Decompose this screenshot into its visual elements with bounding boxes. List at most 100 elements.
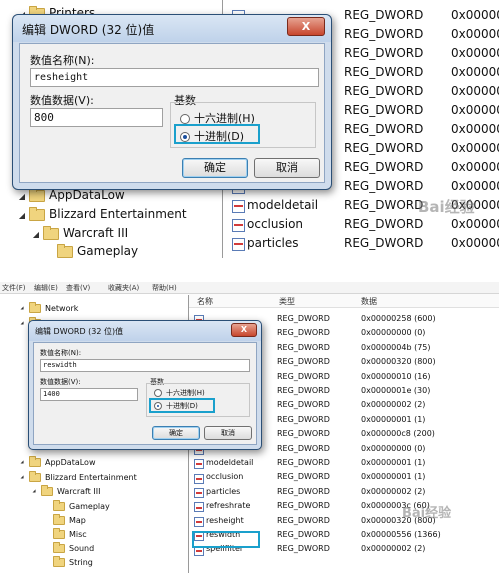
- tree-item-label: Blizzard Entertainment: [49, 207, 187, 221]
- tree-item[interactable]: ◢ Blizzard Entertainment: [18, 206, 187, 221]
- ok-button[interactable]: 确定: [152, 426, 200, 440]
- value-name: occlusion: [247, 217, 304, 231]
- reswidth-highlight-box: [192, 531, 260, 548]
- value-type: REG_DWORD: [277, 314, 330, 323]
- tree-item[interactable]: String: [42, 556, 93, 567]
- expand-toggle-icon[interactable]: ◢: [18, 192, 26, 201]
- value-data: 0x00000556 (1366): [361, 530, 441, 539]
- value-name-field[interactable]: resheight: [30, 68, 319, 87]
- value-data: 0x00000001 (1): [361, 414, 426, 424]
- expand-toggle-icon[interactable]: [42, 559, 50, 567]
- folder-icon: [29, 471, 41, 482]
- hex-radio[interactable]: 十六进制(H): [154, 388, 205, 398]
- value-type: REG_DWORD: [277, 400, 330, 410]
- value-name: occlusion: [206, 472, 244, 482]
- expand-toggle-icon[interactable]: [42, 545, 50, 553]
- folder-icon: [43, 225, 59, 240]
- menu-item[interactable]: 帮助(H): [152, 283, 177, 293]
- bottom-screenshot: 文件(F)编辑(E)查看(V)收藏夹(A)帮助(H) ◢Network◢Prin…: [0, 282, 499, 573]
- expand-toggle-icon[interactable]: [46, 248, 54, 256]
- tree-item[interactable]: ◢ Warcraft III: [32, 225, 128, 240]
- registry-value-row[interactable]: occlusion REG_DWORD 0x00000001 (1): [189, 470, 499, 484]
- expand-toggle-icon[interactable]: ◢: [30, 488, 38, 496]
- tree-item[interactable]: ◢ Network: [18, 302, 78, 313]
- cancel-button[interactable]: 取消: [254, 158, 320, 178]
- value-type: REG_DWORD: [277, 544, 330, 554]
- value-type: REG_DWORD: [344, 198, 424, 212]
- cancel-button[interactable]: 取消: [204, 426, 252, 440]
- menu-item[interactable]: 文件(F): [2, 283, 26, 293]
- registry-value-row[interactable]: modeldetail REG_DWORD 0x00000001 (1): [189, 456, 499, 470]
- close-button[interactable]: X: [287, 17, 325, 36]
- tree-item[interactable]: ◢ Blizzard Entertainment: [18, 471, 137, 482]
- folder-icon: [57, 243, 73, 258]
- close-button[interactable]: X: [231, 323, 257, 337]
- folder-icon: [29, 456, 41, 467]
- tree-item-label: Warcraft III: [57, 487, 101, 496]
- tree-item[interactable]: Gameplay: [42, 500, 110, 511]
- value-name: modeldetail: [247, 198, 319, 212]
- menu-item[interactable]: 编辑(E): [34, 283, 58, 293]
- value-name-field[interactable]: reswidth: [40, 359, 250, 372]
- expand-toggle-icon[interactable]: ◢: [18, 459, 26, 467]
- value-type: REG_DWORD: [277, 357, 330, 367]
- registry-value-row[interactable]: particles REG_DWORD 0x000000: [223, 234, 499, 253]
- value-data: 0x0000004b (75): [361, 342, 431, 352]
- hex-radio-dot: [180, 114, 190, 124]
- menu-item[interactable]: 查看(V): [66, 283, 90, 293]
- ok-button[interactable]: 确定: [182, 158, 248, 178]
- menu-item[interactable]: 收藏夹(A): [108, 283, 139, 293]
- value-type: REG_DWORD: [344, 179, 424, 193]
- expand-toggle-icon[interactable]: ◢: [32, 230, 40, 239]
- dword-value-icon: [232, 238, 245, 251]
- dialog-title: 编辑 DWORD (32 位)值: [35, 327, 124, 336]
- folder-icon: [53, 556, 65, 567]
- tree-item[interactable]: ◢ AppDataLow: [18, 187, 125, 202]
- expand-toggle-icon[interactable]: [42, 531, 50, 539]
- registry-value-row[interactable]: refreshrate REG_DWORD 0x0000003c (60): [189, 499, 499, 513]
- tree-item[interactable]: ◢ Warcraft III: [30, 485, 101, 496]
- value-data: 0x000000: [451, 160, 499, 174]
- tree-item[interactable]: Gameplay: [46, 243, 138, 258]
- value-type: REG_DWORD: [277, 342, 330, 352]
- expand-toggle-icon[interactable]: [42, 517, 50, 525]
- registry-value-row[interactable]: occlusion REG_DWORD 0x000000: [223, 215, 499, 234]
- value-data: 0x00000320 (800): [361, 357, 436, 367]
- value-type: REG_DWORD: [277, 328, 330, 338]
- value-data: 0x0000001e (30): [361, 386, 431, 395]
- value-data: 0x00000002 (2): [361, 400, 426, 410]
- tree-item-label: AppDataLow: [49, 188, 125, 202]
- dword-value-icon: [232, 200, 245, 213]
- value-data-field[interactable]: 800: [30, 108, 163, 127]
- folder-icon: [53, 542, 65, 553]
- value-type: REG_DWORD: [277, 386, 330, 395]
- decimal-highlight-box: [149, 398, 215, 413]
- value-data: 0x000000: [451, 46, 499, 60]
- column-name-header[interactable]: 名称: [197, 296, 213, 307]
- value-type: REG_DWORD: [277, 486, 330, 496]
- value-type: REG_DWORD: [277, 515, 330, 525]
- folder-icon: [41, 485, 53, 496]
- registry-value-row[interactable]: particles REG_DWORD 0x00000002 (2): [189, 485, 499, 499]
- dword-value-icon: [194, 516, 204, 527]
- expand-toggle-icon[interactable]: [42, 503, 50, 511]
- column-type-header[interactable]: 类型: [279, 296, 295, 307]
- column-data-header[interactable]: 数据: [361, 296, 377, 307]
- tree-item[interactable]: ◢ AppDataLow: [18, 456, 95, 467]
- value-name-label: 数值名称(N):: [30, 54, 95, 67]
- folder-icon: [29, 206, 45, 221]
- tree-item[interactable]: Map: [42, 514, 86, 525]
- tree-item[interactable]: Sound: [42, 542, 95, 553]
- tree-item-label: Map: [69, 516, 86, 525]
- registry-value-row[interactable]: resheight REG_DWORD 0x00000320 (800): [189, 514, 499, 528]
- expand-toggle-icon[interactable]: ◢: [18, 474, 26, 482]
- value-data: 0x00000000 (0): [361, 328, 426, 338]
- expand-toggle-icon[interactable]: ◢: [18, 320, 26, 328]
- expand-toggle-icon[interactable]: ◢: [18, 211, 26, 220]
- tree-item-label: Sound: [69, 544, 95, 553]
- menu-bar: 文件(F) 编辑(E) 查看(V) 收藏夹(A) 帮助(H): [0, 282, 499, 294]
- value-data-field[interactable]: 1400: [40, 388, 138, 401]
- expand-toggle-icon[interactable]: ◢: [18, 305, 26, 313]
- tree-item[interactable]: Misc: [42, 528, 87, 539]
- separator: [0, 258, 499, 282]
